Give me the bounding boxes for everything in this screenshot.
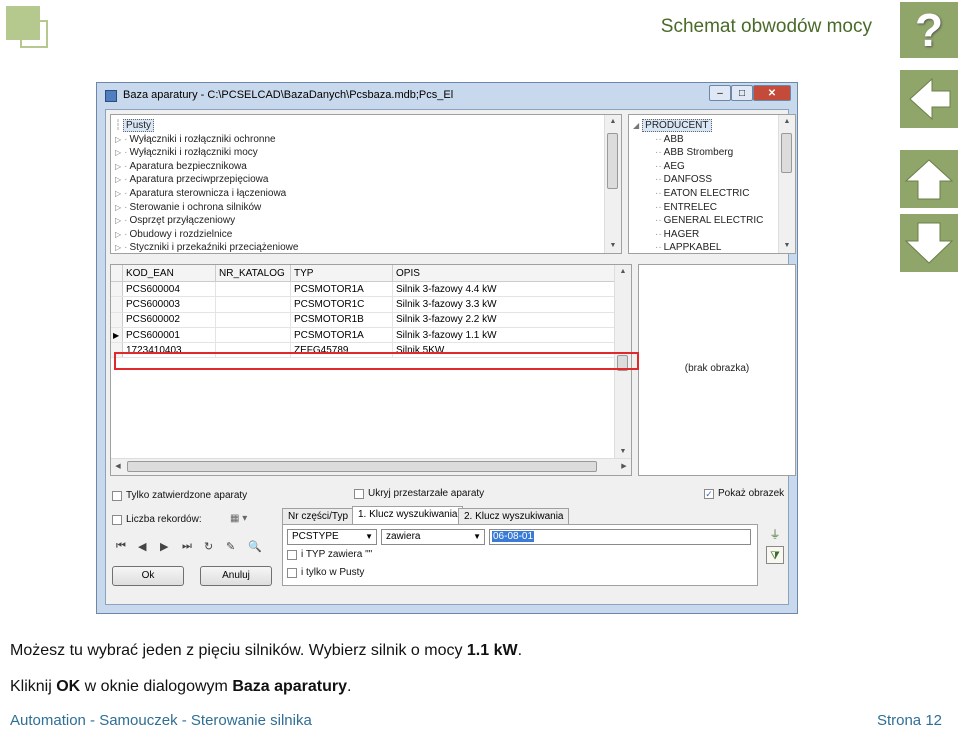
filter-icon[interactable]: ⧩ [766, 546, 784, 564]
expand-icon[interactable]: ▷ [115, 162, 121, 171]
search-field-select[interactable]: PCSTYPE ▼ [287, 529, 377, 545]
image-preview: (brak obrazka) [638, 264, 796, 476]
dialog-client-area: ┆ Pusty ▷ · Wyłączniki i rozłączniki ochron… [105, 109, 796, 605]
and-type-checkbox[interactable]: i TYP zawiera "" [287, 549, 372, 560]
table-row[interactable]: PCS600002 PCSMOTOR1B Silnik 3-fazowy 2.2 k… [111, 312, 618, 328]
expand-icon[interactable]: ▷ [115, 216, 121, 225]
producer-tree[interactable]: ◢ PRODUCENT ·· ABB ·· ABB Stromberg ·· AEG ·… [628, 114, 796, 254]
tree-item[interactable]: ◢ PRODUCENT [629, 119, 795, 133]
tree-item[interactable]: ·· DANFOSS [629, 173, 795, 187]
logo-square-outline [20, 20, 48, 48]
current-row-indicator: ▶ [111, 327, 123, 344]
highlight-selected-row [114, 352, 639, 370]
chevron-down-icon: ▼ [473, 532, 481, 541]
tree-item[interactable]: ▷ · Sterowanie i ochrona silników [111, 201, 621, 215]
column-header[interactable]: NR_KATALOG [215, 265, 291, 282]
device-grid[interactable]: KOD_EAN NR_KATALOG TYP OPIS PCS600004 PCS… [110, 264, 632, 476]
record-count-dropdown[interactable]: ▦ ▾ [230, 513, 247, 524]
tab-part-number[interactable]: Nr części/Typ [282, 508, 355, 524]
arrow-up-icon [904, 159, 954, 200]
table-row[interactable]: PCS600003 PCSMOTOR1C Silnik 3-fazowy 3.3 k… [111, 296, 618, 313]
maximize-button[interactable]: □ [731, 85, 753, 101]
question-mark-icon: ? [914, 4, 944, 56]
expand-icon[interactable]: ▷ [115, 189, 121, 198]
tree-item[interactable]: ▷ · Aparatura sterownicza i łączeniowa [111, 187, 621, 201]
search-icon[interactable]: 🔍 [248, 540, 262, 553]
prev-record-icon[interactable]: ◀ [138, 540, 146, 553]
ok-button[interactable]: Ok [112, 566, 184, 586]
instruction-line-2: Kliknij OK w oknie dialogowym Baza apara… [10, 678, 352, 695]
table-row[interactable]: PCS600004 PCSMOTOR1A Silnik 3-fazowy 4.4 k… [111, 281, 618, 298]
last-record-icon[interactable]: ⏭ [182, 540, 192, 553]
record-count-checkbox[interactable]: Liczba rekordów: [112, 514, 202, 525]
next-record-icon[interactable]: ▶ [160, 540, 168, 553]
tree-item[interactable]: ▷ · Osprzęt przyłączeniowy [111, 214, 621, 228]
refresh-icon[interactable]: ↻ [204, 540, 213, 553]
tab-search-key-2[interactable]: 2. Klucz wyszukiwania [458, 508, 570, 524]
chevron-down-icon: ▼ [365, 532, 373, 541]
search-panel: PCSTYPE ▼ zawiera ▼ 06-08-01 i TYP zawiera… [282, 524, 758, 586]
tree-item[interactable]: ·· GENERAL ELECTRIC [629, 214, 795, 228]
first-record-icon[interactable]: ⏮ [116, 540, 126, 553]
minimize-button[interactable]: – [709, 85, 731, 101]
grid-header: KOD_EAN NR_KATALOG TYP OPIS [111, 265, 618, 282]
footer-title: Automation - Samouczek - Sterowanie siln… [10, 712, 312, 729]
help-button[interactable]: ? [900, 2, 958, 58]
expand-icon[interactable]: ▷ [115, 243, 121, 252]
up-button[interactable] [900, 150, 958, 208]
only-approved-checkbox[interactable]: Tylko zatwierdzone aparaty [112, 490, 247, 501]
only-empty-checkbox[interactable]: i tylko w Pusty [287, 567, 364, 578]
tree-item[interactable]: ·· EATON ELECTRIC [629, 187, 795, 201]
table-row-selected[interactable]: ▶ PCS600001 PCSMOTOR1A Silnik 3-fazowy 1.1 … [111, 327, 618, 344]
page-number: Strona 12 [876, 712, 942, 729]
tree-item[interactable]: ·· ABB Stromberg [629, 146, 795, 160]
tree-item[interactable]: ·· ENTRELEC [629, 201, 795, 215]
arrow-down-icon [904, 222, 954, 264]
expand-icon[interactable]: ▷ [115, 203, 121, 212]
tree-item[interactable]: ▷ · Aparatura bezpiecznikowa [111, 160, 621, 174]
edit-icon[interactable]: ✎ [226, 540, 235, 553]
tree-item[interactable]: ·· LAPPKABEL [629, 241, 795, 253]
app-icon [105, 90, 117, 102]
tree-item[interactable]: ▷ · Styczniki i przekaźniki przeciążeniowe [111, 241, 621, 253]
tree-item[interactable]: ▷ · Wyłączniki i rozłączniki mocy [111, 146, 621, 160]
no-image-label: (brak obrazka) [684, 363, 750, 374]
search-value-input[interactable]: 06-08-01 [489, 529, 751, 545]
cancel-button[interactable]: Anuluj [200, 566, 272, 586]
arrow-left-icon [909, 77, 951, 121]
category-tree[interactable]: ┆ Pusty ▷ · Wyłączniki i rozłączniki ochron… [110, 114, 622, 254]
tab-search-key-1[interactable]: 1. Klucz wyszukiwania [352, 506, 464, 524]
tree-item[interactable]: ·· AEG [629, 160, 795, 174]
back-button[interactable] [900, 70, 958, 128]
instruction-line-1: Możesz tu wybrać jeden z pięciu silników… [10, 642, 523, 659]
column-header[interactable]: TYP [290, 265, 393, 282]
expand-icon[interactable]: ▷ [115, 175, 121, 184]
show-image-checkbox[interactable]: ✓ Pokaż obrazek [704, 488, 784, 499]
tree-item[interactable]: ▷ · Aparatura przeciwprzepięciowa [111, 173, 621, 187]
expand-icon[interactable]: ▷ [115, 148, 121, 157]
down-button[interactable] [900, 214, 958, 272]
filter-add-icon[interactable]: ⏚ [766, 526, 784, 544]
tree-item[interactable]: ·· HAGER [629, 228, 795, 242]
hide-obsolete-checkbox[interactable]: Ukryj przestarzałe aparaty [354, 488, 484, 499]
tree-scrollbar[interactable]: ▲ ▼ [604, 115, 621, 253]
expand-icon[interactable]: ▷ [115, 135, 121, 144]
close-button[interactable]: ✕ [753, 85, 791, 101]
column-header[interactable]: OPIS [392, 265, 618, 282]
search-operator-select[interactable]: zawiera ▼ [381, 529, 485, 545]
dialog-titlebar[interactable]: Baza aparatury - C:\PCSELCAD\BazaDanych\… [97, 83, 797, 109]
expand-icon[interactable]: ▷ [115, 230, 121, 239]
database-dialog: Baza aparatury - C:\PCSELCAD\BazaDanych\… [96, 82, 798, 614]
tree-item[interactable]: ▷ · Obudowy i rozdzielnice [111, 228, 621, 242]
column-header[interactable]: KOD_EAN [122, 265, 216, 282]
tree-item[interactable]: ·· ABB [629, 133, 795, 147]
page-title: Schemat obwodów mocy [660, 16, 872, 37]
grid-hscrollbar[interactable]: ◀ ▶ [111, 458, 631, 475]
dialog-title: Baza aparatury - C:\PCSELCAD\BazaDanych\… [123, 89, 454, 101]
producer-scrollbar[interactable]: ▲ ▼ [778, 115, 795, 253]
tree-item[interactable]: ▷ · Wyłączniki i rozłączniki ochronne [111, 133, 621, 147]
tree-item[interactable]: ┆ Pusty [111, 119, 621, 133]
